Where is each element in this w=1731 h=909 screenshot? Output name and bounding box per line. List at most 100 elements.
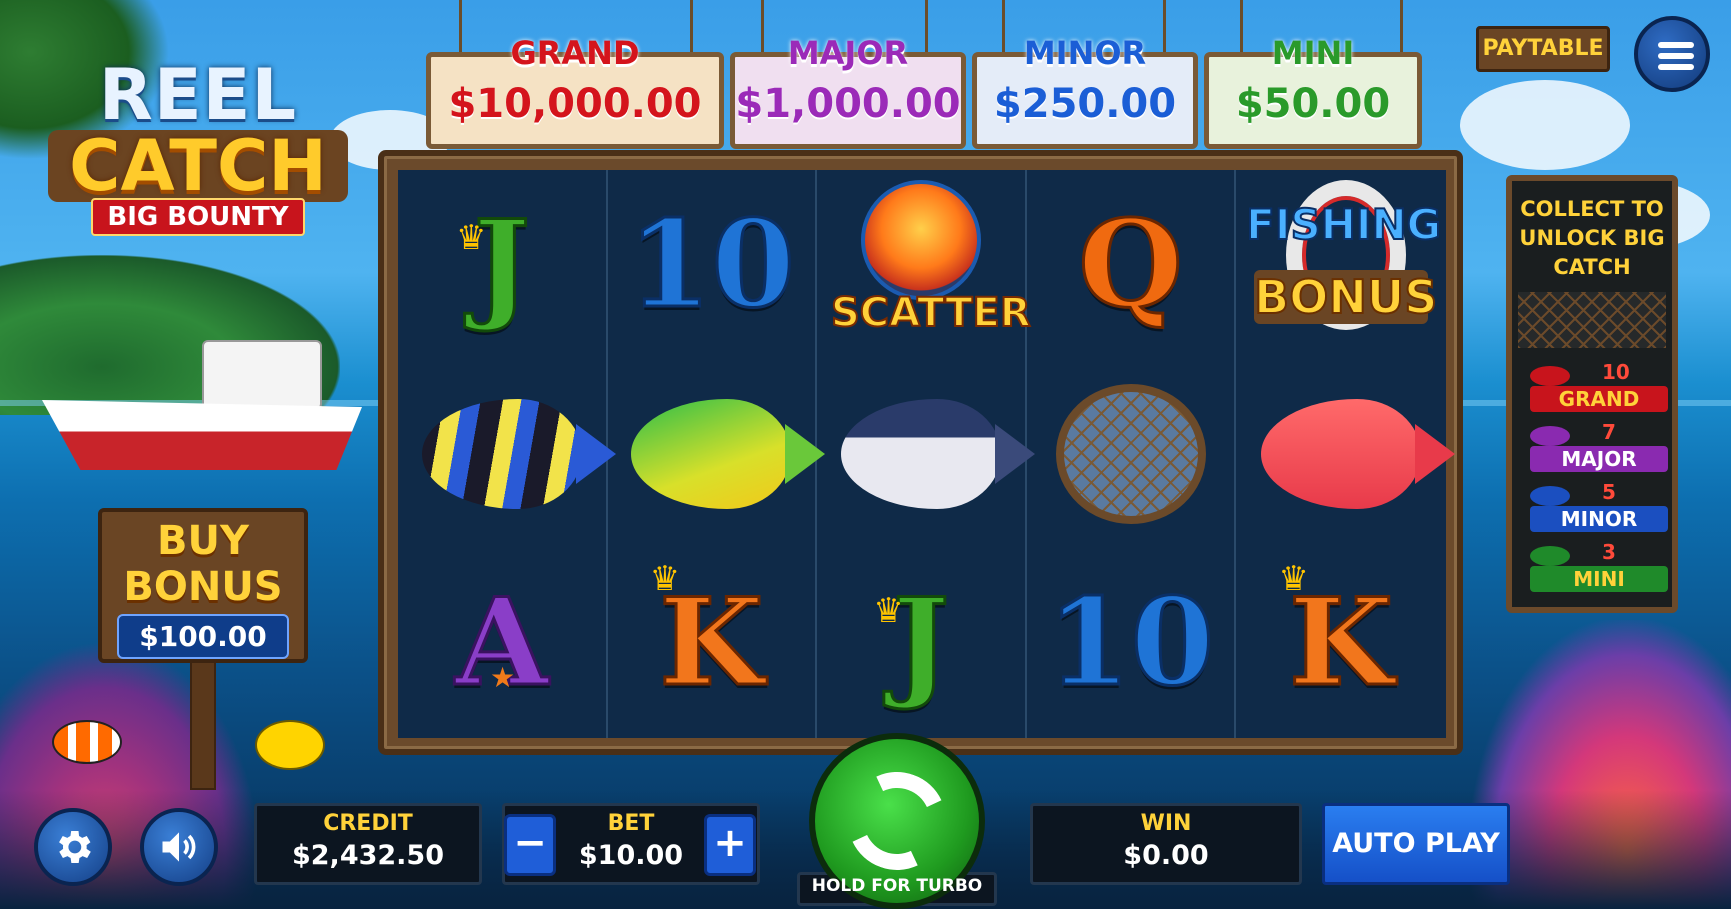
tier-count: 10 <box>1602 360 1630 384</box>
reel-2: 10 ♛ K <box>608 170 826 738</box>
red-snapper-icon <box>1261 398 1456 509</box>
symbol-q: Q <box>1077 193 1185 335</box>
buy-bonus-label: BUY BONUS <box>123 518 283 610</box>
crown-icon: ♛ <box>649 558 681 599</box>
jackpot-minor: MINOR $250.00 <box>972 35 1198 149</box>
collect-panel: COLLECT TO UNLOCK BIG CATCH 10 GRAND 7 M… <box>1506 175 1678 613</box>
symbol-cell <box>1236 359 1456 548</box>
boat-hull <box>42 400 362 470</box>
symbol-cell: A ★ <box>398 549 606 738</box>
cloud <box>1460 80 1630 170</box>
symbol-cell <box>608 359 826 548</box>
logo-line-reel: REEL <box>98 54 298 136</box>
crown-icon: ♛ <box>873 590 904 631</box>
hamburger-icon <box>1658 53 1694 59</box>
logo-line-catch: CATCH <box>48 130 348 202</box>
scatter-symbol: SCATTER <box>830 179 1032 350</box>
symbol-10: 10 <box>1046 572 1216 714</box>
crown-icon: ♛ <box>456 218 487 258</box>
refresh-icon <box>834 758 960 884</box>
auto-play-button[interactable]: AUTO PLAY <box>1322 803 1510 885</box>
angelfish-icon <box>421 398 616 509</box>
fishing-bonus-line1: FISHING <box>1245 199 1442 250</box>
jackpot-amount: $1,000.00 <box>735 81 961 127</box>
tier-name: GRAND <box>1530 386 1668 412</box>
yellow-fish <box>255 720 325 770</box>
fishing-net-icon <box>1055 383 1206 524</box>
jackpot-name: MINI <box>1271 34 1355 72</box>
symbol-cell: Q <box>1027 170 1235 359</box>
fishing-boat <box>42 330 372 490</box>
symbol-cell: ♛ K <box>1236 549 1446 738</box>
reel-5: FISHING BONUS ♛ K <box>1236 170 1456 738</box>
symbol-cell <box>1027 359 1235 548</box>
jackpot-grand: GRAND $10,000.00 <box>426 35 724 149</box>
fishing-bonus-symbol: FISHING BONUS <box>1245 179 1442 350</box>
symbol-cell: FISHING BONUS <box>1236 170 1446 359</box>
reel-3: SCATTER ♛ J <box>817 170 1035 738</box>
collect-tier-grand: 10 GRAND <box>1512 358 1672 418</box>
jackpot-amount: $10,000.00 <box>448 81 702 127</box>
tier-count: 7 <box>1602 420 1616 444</box>
fish-icon <box>1530 546 1570 566</box>
win-value: $0.00 <box>1123 840 1209 871</box>
fishing-bonus-line2: BONUS <box>1253 269 1438 325</box>
jackpot-amount: $250.00 <box>993 81 1177 127</box>
symbol-cell: 10 <box>608 170 816 359</box>
symbol-10: 10 <box>626 193 796 335</box>
crown-icon: ♛ <box>1278 558 1309 599</box>
speaker-icon <box>162 832 196 862</box>
net-decoration <box>1518 292 1666 348</box>
collect-tier-mini: 3 MINI <box>1512 538 1672 598</box>
symbol-cell <box>398 359 616 548</box>
win-panel: WIN $0.00 <box>1030 803 1302 885</box>
fish-icon <box>1530 486 1570 506</box>
decrease-bet-button[interactable]: − <box>504 814 556 876</box>
credit-label: CREDIT <box>323 811 413 836</box>
reel-grid: ♛ J A ★ 10 ♛ K SCATTER ♛ J Q 10 FISHING … <box>398 170 1456 738</box>
logo-line-big-bounty: BIG BOUNTY <box>91 198 305 236</box>
tier-name: MAJOR <box>1530 446 1668 472</box>
paytable-button[interactable]: PAYTABLE <box>1476 26 1610 72</box>
clownfish <box>52 720 122 764</box>
reel-4: Q 10 <box>1027 170 1237 738</box>
jackpot-mini: MINI $50.00 <box>1204 35 1422 149</box>
turbo-hint: HOLD FOR TURBO <box>811 876 983 896</box>
boat-cabin <box>202 340 322 410</box>
tier-count: 3 <box>1602 540 1616 564</box>
increase-bet-button[interactable]: + <box>704 814 756 876</box>
credit-value: $2,432.50 <box>291 840 445 871</box>
buy-bonus-price: $100.00 <box>117 614 289 659</box>
jackpot-name: MAJOR <box>787 34 909 72</box>
mahi-mahi-icon <box>631 398 826 509</box>
symbol-cell: ♛ J <box>398 170 606 359</box>
symbol-cell: ♛ K <box>608 549 816 738</box>
settings-button[interactable] <box>34 808 112 886</box>
scatter-label: SCATTER <box>830 289 1032 337</box>
buy-bonus-button[interactable]: BUY BONUS $100.00 <box>98 508 308 663</box>
symbol-cell: ♛ J <box>817 549 1025 738</box>
symbol-k: K <box>658 572 765 714</box>
collect-tier-minor: 5 MINOR <box>1512 478 1672 538</box>
collect-tier-major: 7 MAJOR <box>1512 418 1672 478</box>
tier-count: 5 <box>1602 480 1616 504</box>
tier-name: MINOR <box>1530 506 1668 532</box>
menu-button[interactable] <box>1634 16 1710 92</box>
jackpot-major: MAJOR $1,000.00 <box>730 35 966 149</box>
collect-title: COLLECT TO UNLOCK BIG CATCH <box>1519 197 1665 279</box>
tier-name: MINI <box>1530 566 1668 592</box>
fish-icon <box>1530 366 1570 386</box>
sign-post <box>190 660 216 790</box>
symbol-cell: SCATTER <box>817 170 1032 359</box>
symbol-cell <box>817 359 1035 548</box>
credit-panel: CREDIT $2,432.50 <box>254 803 482 885</box>
hamburger-icon <box>1658 64 1694 70</box>
jackpot-amount: $50.00 <box>1235 81 1391 127</box>
win-label: WIN <box>1140 811 1192 836</box>
jackpot-name: MINOR <box>1023 34 1147 72</box>
starfish-icon: ★ <box>490 660 516 694</box>
reel-1: ♛ J A ★ <box>398 170 616 738</box>
game-logo: REEL CATCH BIG BOUNTY <box>38 60 358 250</box>
sound-button[interactable] <box>140 808 218 886</box>
hamburger-icon <box>1658 42 1694 48</box>
